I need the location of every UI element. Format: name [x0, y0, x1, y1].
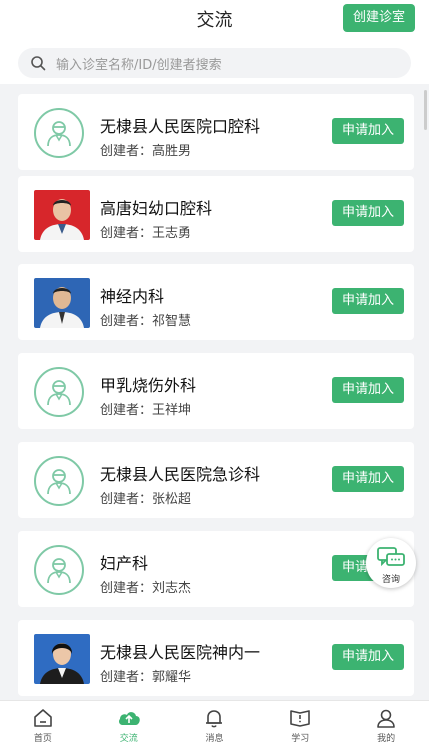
creator-label: 创建者：	[100, 581, 153, 596]
tab-exchange[interactable]: 交流	[86, 701, 172, 750]
clinic-name: 无棣县人民医院神内一	[100, 643, 261, 662]
tab-mine[interactable]: 我的	[343, 701, 429, 750]
creator-info: 创建者：祁智慧	[100, 310, 191, 329]
clinic-name: 无棣县人民医院急诊科	[100, 465, 261, 484]
doctor-photo-red-bg	[34, 190, 90, 240]
apply-join-button[interactable]: 申请加入	[332, 118, 404, 144]
clinic-card[interactable]: 无棣县人民医院口腔科 创建者：高胜男 申请加入	[18, 94, 414, 170]
creator-label: 创建者：	[100, 670, 153, 685]
tab-learning[interactable]: 学习	[257, 701, 343, 750]
consult-label: 咨询	[381, 575, 400, 585]
apply-join-button[interactable]: 申请加入	[332, 288, 404, 314]
apply-join-button[interactable]: 申请加入	[332, 377, 404, 403]
creator-name: 郭耀华	[152, 670, 192, 685]
creator-name: 王志勇	[152, 226, 192, 241]
bottom-tab-bar: 首页 交流 消息 学习 我的	[0, 700, 429, 750]
doctor-placeholder-icon	[34, 367, 84, 417]
scrollbar[interactable]	[424, 90, 427, 130]
creator-info: 创建者：张松超	[100, 488, 191, 507]
tab-label: 我的	[377, 734, 396, 744]
search-placeholder: 输入诊室名称/ID/创建者搜索	[56, 57, 222, 73]
tab-home[interactable]: 首页	[0, 701, 86, 750]
creator-info: 创建者：高胜男	[100, 140, 191, 159]
clinic-card[interactable]: 妇产科 创建者：刘志杰 申请加入	[18, 531, 414, 607]
creator-info: 创建者：郭耀华	[100, 666, 191, 685]
home-icon	[34, 709, 52, 727]
creator-name: 张松超	[152, 492, 192, 507]
creator-info: 创建者：刘志杰	[100, 577, 191, 596]
clinic-card[interactable]: 甲乳烧伤外科 创建者：王祥坤 申请加入	[18, 353, 414, 429]
tab-label: 首页	[33, 734, 52, 744]
creator-label: 创建者：	[100, 403, 153, 418]
clinic-card[interactable]: 无棣县人民医院急诊科 创建者：张松超 申请加入	[18, 442, 414, 518]
clinic-name: 甲乳烧伤外科	[100, 376, 197, 395]
doctor-photo-blue-bg	[34, 278, 90, 328]
user-icon	[377, 709, 395, 728]
creator-info: 创建者：王志勇	[100, 222, 191, 241]
creator-label: 创建者：	[100, 492, 153, 507]
clinic-card[interactable]: 高唐妇幼口腔科 创建者：王志勇 申请加入	[18, 176, 414, 252]
creator-label: 创建者：	[100, 144, 153, 159]
search-input[interactable]: 输入诊室名称/ID/创建者搜索	[18, 48, 411, 78]
header: 交流 创建诊室 输入诊室名称/ID/创建者搜索	[0, 0, 429, 84]
clinic-name: 高唐妇幼口腔科	[100, 199, 213, 218]
chat-bubbles-icon	[377, 547, 405, 567]
apply-join-button[interactable]: 申请加入	[332, 644, 404, 670]
cloud-upload-icon	[118, 712, 140, 725]
consult-button[interactable]: 咨询	[366, 538, 416, 588]
creator-label: 创建者：	[100, 226, 153, 241]
tab-label: 消息	[205, 734, 224, 744]
doctor-placeholder-icon	[34, 108, 84, 158]
creator-name: 王祥坤	[152, 403, 192, 418]
creator-label: 创建者：	[100, 314, 153, 329]
clinic-card[interactable]: 神经内科 创建者：祁智慧 申请加入	[18, 264, 414, 340]
clinic-name: 妇产科	[100, 554, 149, 573]
creator-name: 高胜男	[152, 144, 192, 159]
doctor-photo-blue-bg	[34, 634, 90, 684]
clinic-card[interactable]: 无棣县人民医院神内一 创建者：郭耀华 申请加入	[18, 620, 414, 696]
apply-join-button[interactable]: 申请加入	[332, 466, 404, 492]
creator-name: 祁智慧	[152, 314, 192, 329]
book-icon	[290, 710, 311, 727]
creator-name: 刘志杰	[152, 581, 192, 596]
doctor-placeholder-icon	[34, 456, 84, 506]
tab-messages[interactable]: 消息	[172, 701, 258, 750]
create-clinic-button[interactable]: 创建诊室	[343, 4, 415, 32]
clinic-name: 神经内科	[100, 287, 165, 306]
clinic-list[interactable]: 无棣县人民医院口腔科 创建者：高胜男 申请加入 高唐妇幼口腔科 创建者：王志勇 …	[0, 88, 429, 698]
tab-label: 交流	[119, 734, 138, 744]
apply-join-button[interactable]: 申请加入	[332, 200, 404, 226]
creator-info: 创建者：王祥坤	[100, 399, 191, 418]
doctor-placeholder-icon	[34, 545, 84, 595]
search-icon	[31, 56, 46, 71]
bell-icon	[206, 710, 223, 728]
tab-label: 学习	[291, 734, 310, 744]
clinic-name: 无棣县人民医院口腔科	[100, 117, 261, 136]
